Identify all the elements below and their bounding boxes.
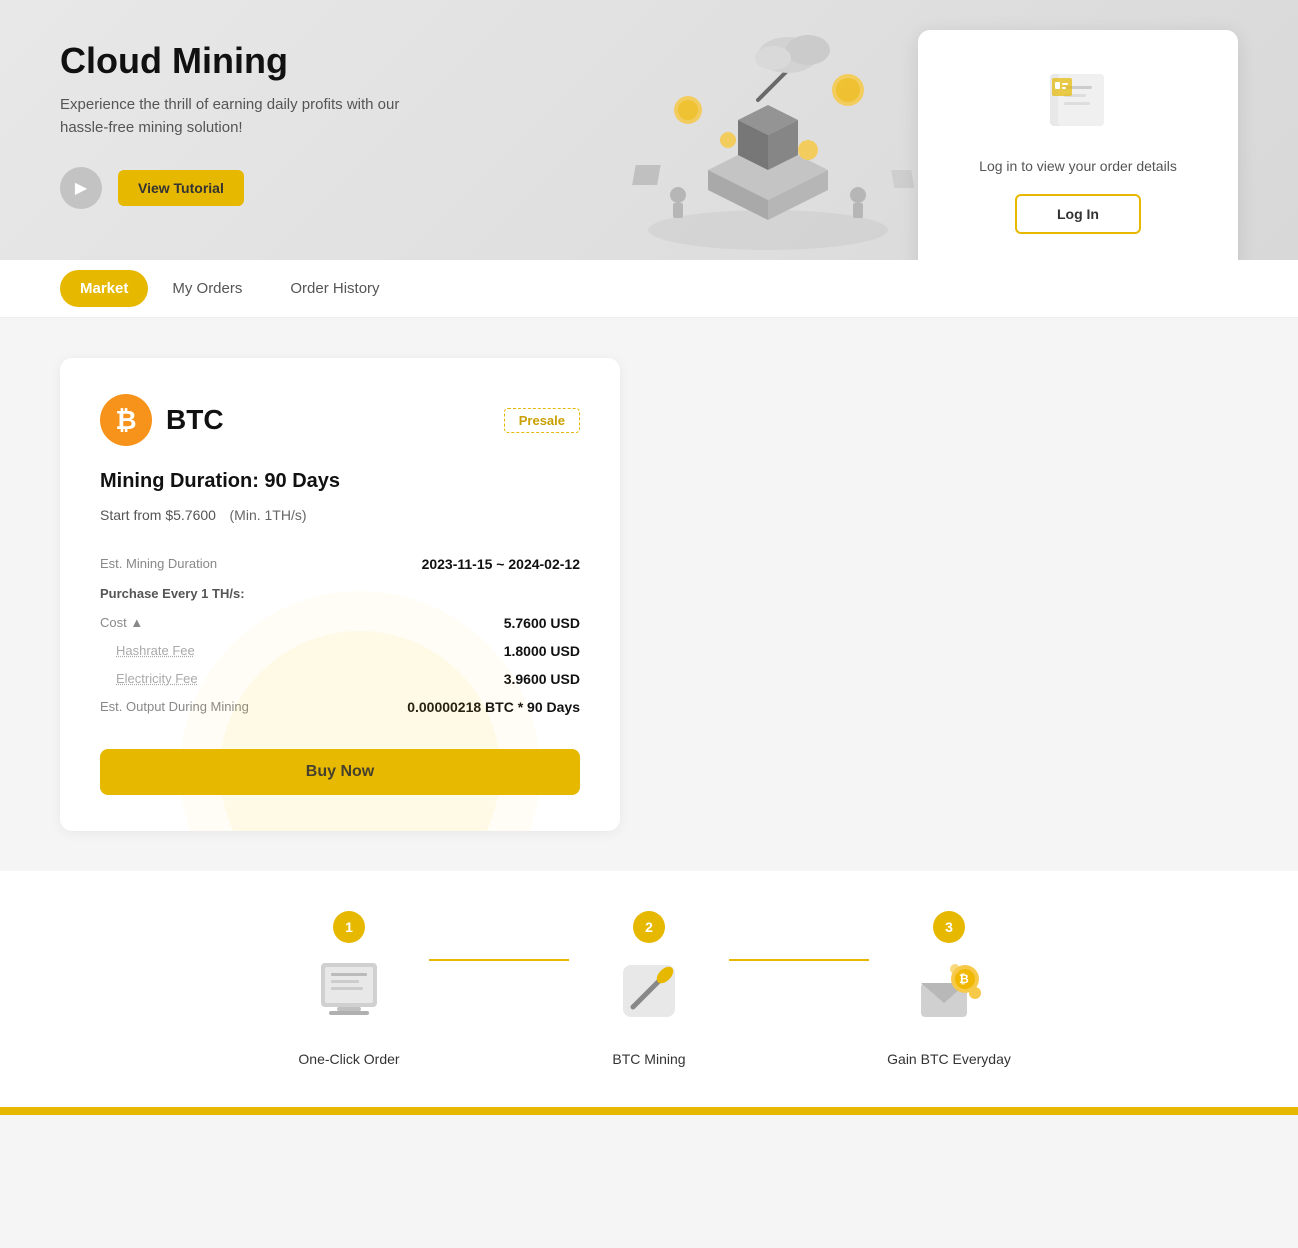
hero-subtitle: Experience the thrill of earning daily p… (60, 94, 440, 139)
step-3-num: 3 (933, 911, 965, 943)
electricity-row: Electricity Fee 3.9600 USD (100, 665, 580, 693)
electricity-label: Electricity Fee (100, 665, 322, 693)
cost-value: 5.7600 USD (322, 607, 580, 637)
nav-tabs: Market My Orders Order History (0, 260, 1298, 318)
output-label: Est. Output During Mining (100, 693, 322, 721)
start-from: Start from $5.7600 (Min. 1TH/s) (100, 503, 580, 526)
hero-actions: ▶ View Tutorial (60, 167, 440, 209)
tab-market[interactable]: Market (60, 270, 148, 307)
hero-section: Cloud Mining Experience the thrill of ea… (0, 0, 1298, 260)
step-1-icon (313, 955, 385, 1039)
play-button[interactable]: ▶ (60, 167, 102, 209)
min-label: (Min. 1TH/s) (230, 507, 307, 523)
step-2-num: 2 (633, 911, 665, 943)
mining-card: ₿ BTC Presale Mining Duration: 90 Days S… (60, 358, 620, 831)
step-1: 1 One-Click Order (269, 911, 429, 1067)
tab-my-orders[interactable]: My Orders (148, 260, 266, 317)
main-content: ₿ BTC Presale Mining Duration: 90 Days S… (0, 318, 1298, 871)
tab-order-history[interactable]: Order History (266, 260, 403, 317)
step-2: 2 BTC Mining (569, 911, 729, 1067)
coin-name: BTC (166, 404, 224, 436)
card-header: ₿ BTC Presale (100, 394, 580, 446)
login-card-text: Log in to view your order details (968, 158, 1188, 174)
step-connector-2 (729, 959, 869, 961)
gold-bar (0, 1107, 1298, 1115)
login-card-icon (968, 70, 1188, 142)
step-3: 3 ₿ Gain BTC Everyday (869, 911, 1029, 1067)
hero-title: Cloud Mining (60, 40, 440, 82)
purchase-label: Purchase Every 1 TH/s: (100, 578, 580, 607)
step-connector-1 (429, 959, 569, 961)
purchase-row: Purchase Every 1 TH/s: (100, 578, 580, 607)
view-tutorial-button[interactable]: View Tutorial (118, 170, 244, 206)
mining-duration: Mining Duration: 90 Days (100, 470, 580, 493)
buy-now-button[interactable]: Buy Now (100, 749, 580, 795)
hashrate-value: 1.8000 USD (322, 637, 580, 665)
btc-icon: ₿ (100, 394, 152, 446)
steps-section: 1 One-Click Order 2 (0, 871, 1298, 1107)
presale-badge: Presale (504, 408, 580, 433)
step-1-label: One-Click Order (298, 1051, 399, 1067)
step-2-label: BTC Mining (612, 1051, 685, 1067)
output-value: 0.00000218 BTC * 90 Days (322, 693, 580, 721)
step-1-num: 1 (333, 911, 365, 943)
step-3-label: Gain BTC Everyday (887, 1051, 1011, 1067)
est-mining-label: Est. Mining Duration (100, 550, 322, 578)
step-3-icon: ₿ (913, 955, 985, 1039)
hero-illustration (598, 0, 938, 260)
details-table: Est. Mining Duration 2023-11-15 ~ 2024-0… (100, 550, 580, 721)
est-mining-value: 2023-11-15 ~ 2024-02-12 (322, 550, 580, 578)
play-icon: ▶ (75, 178, 87, 198)
svg-text:₿: ₿ (959, 972, 969, 986)
hashrate-row: Hashrate Fee 1.8000 USD (100, 637, 580, 665)
coin-info: ₿ BTC (100, 394, 224, 446)
cost-label: Cost ▲ (100, 607, 322, 637)
login-button[interactable]: Log In (1015, 194, 1141, 234)
est-mining-row: Est. Mining Duration 2023-11-15 ~ 2024-0… (100, 550, 580, 578)
cost-row: Cost ▲ 5.7600 USD (100, 607, 580, 637)
electricity-value: 3.9600 USD (322, 665, 580, 693)
hero-content: Cloud Mining Experience the thrill of ea… (60, 40, 440, 209)
output-row: Est. Output During Mining 0.00000218 BTC… (100, 693, 580, 721)
hashrate-label: Hashrate Fee (100, 637, 322, 665)
login-card: Log in to view your order details Log In (918, 30, 1238, 260)
step-2-icon (613, 955, 685, 1039)
mining-illustration (608, 10, 928, 250)
